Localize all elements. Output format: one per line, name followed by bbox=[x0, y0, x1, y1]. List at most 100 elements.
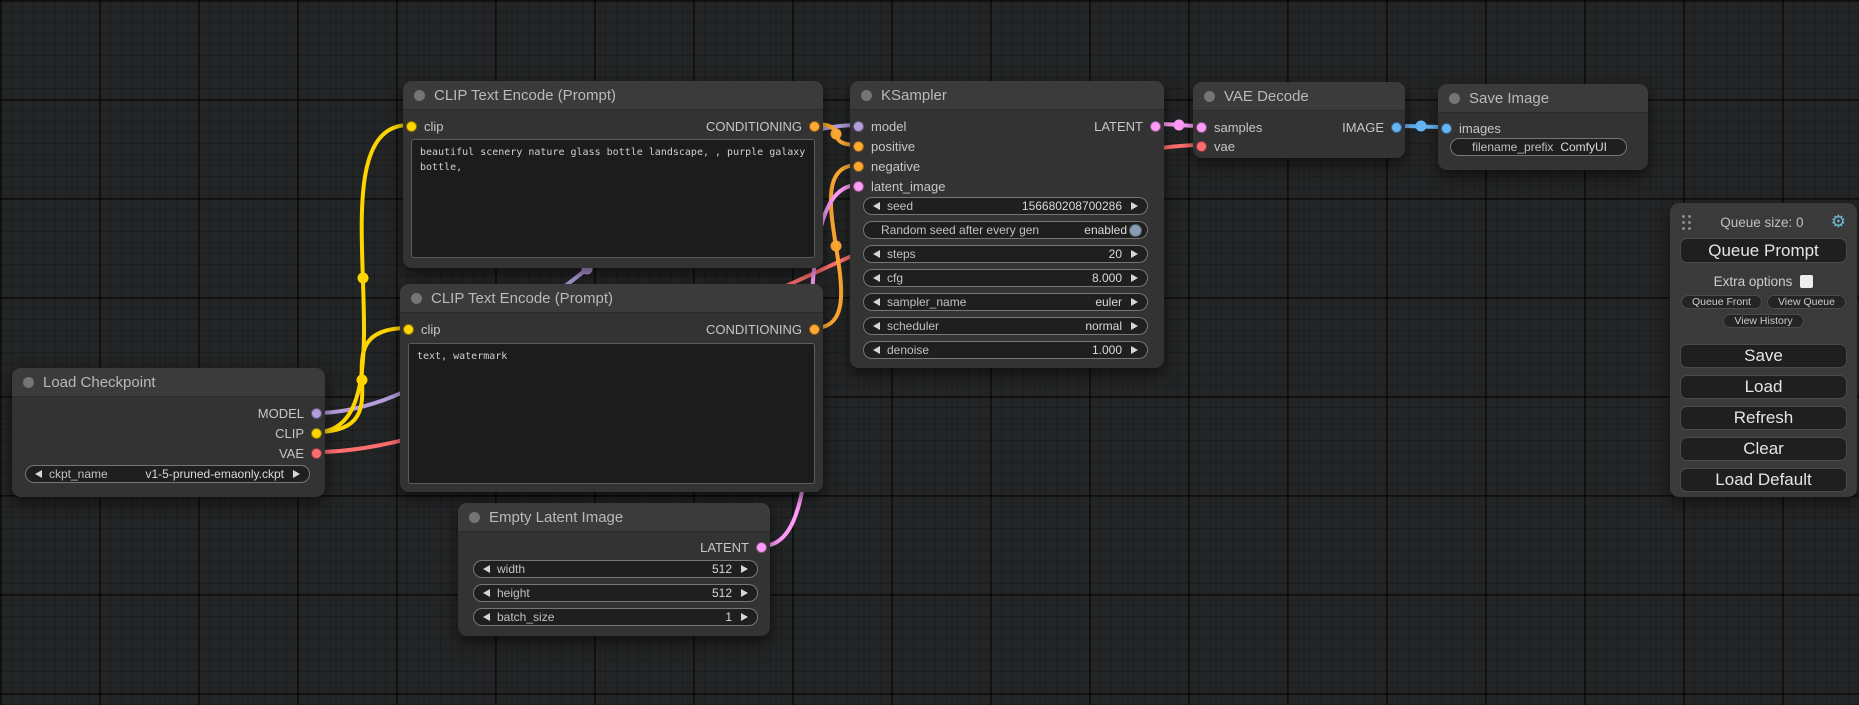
next-value-arrow-icon[interactable] bbox=[1131, 202, 1138, 210]
seed-stepper[interactable]: seed 156680208700286 bbox=[863, 197, 1148, 215]
prev-value-arrow-icon[interactable] bbox=[873, 202, 880, 210]
output-slot-image[interactable] bbox=[1391, 122, 1402, 133]
collapse-dot-icon[interactable] bbox=[411, 293, 422, 304]
collapse-dot-icon[interactable] bbox=[861, 90, 872, 101]
output-slot-latent[interactable] bbox=[756, 542, 767, 553]
width-stepper[interactable]: width 512 bbox=[473, 560, 758, 578]
node-save-image[interactable]: Save Image images filename_prefix ComfyU… bbox=[1438, 84, 1648, 170]
input-slot-positive[interactable] bbox=[853, 141, 864, 152]
widget-value: enabled bbox=[1084, 223, 1127, 237]
input-label-vae: vae bbox=[1214, 139, 1235, 154]
queue-front-button[interactable]: Queue Front bbox=[1681, 295, 1762, 309]
queue-prompt-button[interactable]: Queue Prompt bbox=[1680, 238, 1847, 263]
widget-label: filename_prefix bbox=[1472, 140, 1553, 154]
batch-size-stepper[interactable]: batch_size 1 bbox=[473, 608, 758, 626]
node-title-bar[interactable]: Load Checkpoint bbox=[12, 368, 325, 397]
prev-value-arrow-icon[interactable] bbox=[873, 274, 880, 282]
input-slot-model[interactable] bbox=[853, 121, 864, 132]
clear-button[interactable]: Clear bbox=[1680, 437, 1847, 461]
widget-value: 8.000 bbox=[1092, 271, 1122, 285]
input-slot-clip[interactable] bbox=[403, 324, 414, 335]
input-label-positive: positive bbox=[871, 139, 915, 154]
input-label-clip: clip bbox=[424, 119, 444, 134]
extra-options-label: Extra options bbox=[1714, 274, 1793, 289]
height-stepper[interactable]: height 512 bbox=[473, 584, 758, 602]
view-queue-button[interactable]: View Queue bbox=[1767, 295, 1846, 309]
input-slot-images[interactable] bbox=[1441, 123, 1452, 134]
random-seed-toggle[interactable]: Random seed after every gen enabled bbox=[863, 221, 1148, 239]
node-empty-latent-image[interactable]: Empty Latent Image LATENT width 512 heig… bbox=[458, 503, 770, 636]
node-clip-text-encode-negative[interactable]: CLIP Text Encode (Prompt) clip CONDITION… bbox=[400, 284, 823, 492]
prev-value-arrow-icon[interactable] bbox=[873, 298, 880, 306]
output-label-conditioning: CONDITIONING bbox=[706, 119, 802, 134]
input-slot-negative[interactable] bbox=[853, 161, 864, 172]
next-value-arrow-icon[interactable] bbox=[293, 470, 300, 478]
denoise-stepper[interactable]: denoise 1.000 bbox=[863, 341, 1148, 359]
collapse-dot-icon[interactable] bbox=[414, 90, 425, 101]
sampler-name-combo[interactable]: sampler_name euler bbox=[863, 293, 1148, 311]
node-title: CLIP Text Encode (Prompt) bbox=[434, 87, 616, 104]
cfg-stepper[interactable]: cfg 8.000 bbox=[863, 269, 1148, 287]
drag-handle-icon[interactable] bbox=[1681, 214, 1693, 230]
ckpt-name-combo[interactable]: ckpt_name v1-5-pruned-emaonly.ckpt bbox=[25, 465, 310, 483]
prev-value-arrow-icon[interactable] bbox=[873, 322, 880, 330]
node-clip-text-encode-positive[interactable]: CLIP Text Encode (Prompt) clip CONDITION… bbox=[403, 81, 823, 268]
next-value-arrow-icon[interactable] bbox=[1131, 322, 1138, 330]
input-slot-clip[interactable] bbox=[406, 121, 417, 132]
collapse-dot-icon[interactable] bbox=[469, 512, 480, 523]
next-value-arrow-icon[interactable] bbox=[1131, 274, 1138, 282]
save-button[interactable]: Save bbox=[1680, 344, 1847, 368]
prompt-textarea[interactable]: text, watermark bbox=[408, 343, 815, 484]
collapse-dot-icon[interactable] bbox=[23, 377, 34, 388]
output-slot-conditioning[interactable] bbox=[809, 324, 820, 335]
node-title-bar[interactable]: CLIP Text Encode (Prompt) bbox=[400, 284, 823, 313]
toggle-knob-icon[interactable] bbox=[1129, 224, 1142, 237]
refresh-button[interactable]: Refresh bbox=[1680, 406, 1847, 430]
collapse-dot-icon[interactable] bbox=[1204, 91, 1215, 102]
next-value-arrow-icon[interactable] bbox=[741, 565, 748, 573]
input-slot-samples[interactable] bbox=[1196, 122, 1207, 133]
next-value-arrow-icon[interactable] bbox=[741, 589, 748, 597]
output-slot-vae[interactable] bbox=[311, 448, 322, 459]
prev-value-arrow-icon[interactable] bbox=[483, 565, 490, 573]
load-button[interactable]: Load bbox=[1680, 375, 1847, 399]
input-slot-latent-image[interactable] bbox=[853, 181, 864, 192]
next-value-arrow-icon[interactable] bbox=[741, 613, 748, 621]
next-value-arrow-icon[interactable] bbox=[1131, 346, 1138, 354]
widget-label: sampler_name bbox=[887, 295, 966, 309]
collapse-dot-icon[interactable] bbox=[1449, 93, 1460, 104]
widget-value: normal bbox=[1085, 319, 1122, 333]
node-vae-decode[interactable]: VAE Decode samples IMAGE vae bbox=[1193, 82, 1405, 158]
settings-gear-icon[interactable]: ⚙ bbox=[1831, 214, 1846, 230]
node-title-bar[interactable]: Save Image bbox=[1438, 84, 1648, 113]
node-title-bar[interactable]: Empty Latent Image bbox=[458, 503, 770, 532]
node-title-bar[interactable]: KSampler bbox=[850, 81, 1164, 110]
output-slot-model[interactable] bbox=[311, 408, 322, 419]
load-default-button[interactable]: Load Default bbox=[1680, 468, 1847, 492]
prev-value-arrow-icon[interactable] bbox=[873, 250, 880, 258]
input-label-samples: samples bbox=[1214, 120, 1262, 135]
output-slot-latent[interactable] bbox=[1150, 121, 1161, 132]
scheduler-combo[interactable]: scheduler normal bbox=[863, 317, 1148, 335]
output-slot-clip[interactable] bbox=[311, 428, 322, 439]
input-label-clip: clip bbox=[421, 322, 441, 337]
steps-stepper[interactable]: steps 20 bbox=[863, 245, 1148, 263]
node-load-checkpoint[interactable]: Load Checkpoint MODEL CLIP VAE ckpt_name… bbox=[12, 368, 325, 497]
node-title-bar[interactable]: VAE Decode bbox=[1193, 82, 1405, 111]
prev-value-arrow-icon[interactable] bbox=[483, 589, 490, 597]
next-value-arrow-icon[interactable] bbox=[1131, 250, 1138, 258]
filename-prefix-field[interactable]: filename_prefix ComfyUI bbox=[1450, 138, 1627, 156]
view-history-button[interactable]: View History bbox=[1723, 314, 1803, 328]
widget-label: ckpt_name bbox=[49, 467, 108, 481]
prev-value-arrow-icon[interactable] bbox=[873, 346, 880, 354]
prompt-textarea[interactable]: beautiful scenery nature glass bottle la… bbox=[411, 139, 815, 258]
node-title-bar[interactable]: CLIP Text Encode (Prompt) bbox=[403, 81, 823, 110]
output-slot-conditioning[interactable] bbox=[809, 121, 820, 132]
input-slot-vae[interactable] bbox=[1196, 141, 1207, 152]
prev-value-arrow-icon[interactable] bbox=[483, 613, 490, 621]
widget-label: seed bbox=[887, 199, 913, 213]
node-ksampler[interactable]: KSampler model LATENT positive negative … bbox=[850, 81, 1164, 368]
prev-value-arrow-icon[interactable] bbox=[35, 470, 42, 478]
extra-options-checkbox[interactable] bbox=[1800, 275, 1813, 288]
next-value-arrow-icon[interactable] bbox=[1131, 298, 1138, 306]
